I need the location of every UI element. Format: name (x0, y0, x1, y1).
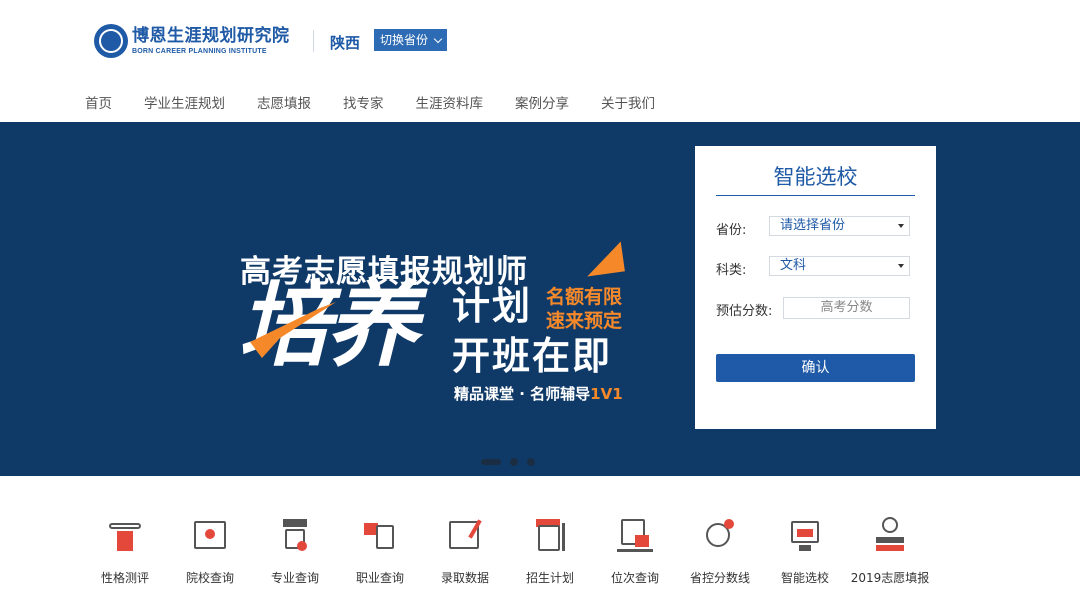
smart-select-icon (785, 515, 825, 555)
tool-label: 院校查询 (185, 571, 234, 585)
tool-smart-select[interactable]: 智能选校 (765, 515, 845, 586)
switch-province-label: 切换省份 (380, 33, 429, 47)
main-nav: 首页 学业生涯规划 志愿填报 找专家 生涯资料库 案例分享 关于我们 (85, 92, 687, 112)
province-select-value: 请选择省份 (780, 218, 846, 233)
nav-item-experts[interactable]: 找专家 (343, 92, 384, 112)
tool-application-2019[interactable]: 2019志愿填报 (850, 515, 930, 586)
banner-triangle-decoration (583, 241, 625, 277)
banner-subtitle: 精品课堂 · 名师辅导1V1 (454, 383, 623, 404)
tool-label: 省控分数线 (689, 571, 750, 585)
form-title: 智能选校 (773, 165, 858, 189)
tool-label: 招生计划 (525, 571, 574, 585)
tool-score-line[interactable]: 省控分数线 (680, 515, 760, 586)
banner-subtitle-main: 精品课堂 · 名师辅导 (454, 385, 591, 403)
header-divider (313, 30, 314, 52)
banner-subtitle-highlight: 1V1 (590, 385, 623, 403)
score-line-icon (700, 515, 740, 555)
score-label: 预估分数: (716, 304, 773, 319)
tool-rank-search[interactable]: 位次查询 (595, 515, 675, 586)
college-search-icon (190, 515, 230, 555)
application-2019-icon (870, 515, 910, 555)
tool-label: 录取数据 (440, 571, 489, 585)
tool-college-search[interactable]: 院校查询 (170, 515, 250, 586)
carousel-dot-1[interactable] (481, 459, 501, 465)
tool-career-search[interactable]: 职业查询 (340, 515, 420, 586)
tool-label: 位次查询 (610, 571, 659, 585)
tool-label: 2019志愿填报 (850, 571, 930, 585)
site-header: 博恩生涯规划研究院 BORN CAREER PLANNING INSTITUTE… (0, 0, 1080, 80)
chevron-down-icon (433, 34, 443, 43)
nav-item-application[interactable]: 志愿填报 (257, 92, 311, 112)
province-select[interactable]: 请选择省份 (769, 216, 910, 236)
score-input[interactable]: 高考分数 (783, 297, 910, 319)
tool-label: 智能选校 (780, 571, 829, 585)
rank-search-icon (615, 515, 655, 555)
career-search-icon (360, 515, 400, 555)
major-search-icon (275, 515, 315, 555)
logo-subtitle: BORN CAREER PLANNING INSTITUTE (132, 47, 267, 55)
banner-limited-text: 名额有限 (546, 286, 623, 308)
carousel-dot-2[interactable] (510, 458, 518, 466)
tool-enrollment-plan[interactable]: 招生计划 (510, 515, 590, 586)
nav-item-cases[interactable]: 案例分享 (515, 92, 569, 112)
tool-label: 性格测评 (100, 571, 149, 585)
banner-reserve-text: 速来预定 (546, 310, 623, 332)
current-province: 陕西 (330, 34, 361, 52)
nav-item-library[interactable]: 生涯资料库 (416, 92, 484, 112)
nav-item-career-planning[interactable]: 学业生涯规划 (144, 92, 225, 112)
nav-item-home[interactable]: 首页 (85, 92, 112, 112)
admission-data-icon (445, 515, 485, 555)
subject-select-value: 文科 (780, 258, 807, 273)
logo-title: 博恩生涯规划研究院 (132, 25, 290, 46)
select-caret-icon (898, 264, 904, 268)
banner-orange-stroke (250, 302, 336, 358)
nav-item-about[interactable]: 关于我们 (601, 92, 655, 112)
confirm-button[interactable]: 确认 (716, 354, 915, 382)
carousel-dot-3[interactable] (527, 458, 535, 466)
site-logo[interactable]: 博恩生涯规划研究院 BORN CAREER PLANNING INSTITUTE (94, 23, 294, 59)
quick-tools: 性格测评 院校查询 专业查询 职业查询 录取数据 招生计划 位次查询 省控分数线… (90, 515, 950, 595)
select-caret-icon (898, 224, 904, 228)
logo-badge-icon (94, 24, 128, 58)
subject-label: 科类: (716, 263, 747, 278)
form-title-underline (716, 195, 915, 196)
tool-major-search[interactable]: 专业查询 (255, 515, 335, 586)
province-label: 省份: (716, 223, 747, 238)
banner-opening-text: 开班在即 (452, 334, 613, 378)
banner-plan-text: 计划 (452, 284, 533, 328)
tool-personality-test[interactable]: 性格测评 (85, 515, 165, 586)
tool-admission-data[interactable]: 录取数据 (425, 515, 505, 586)
tool-label: 职业查询 (355, 571, 404, 585)
smart-select-form: 智能选校 (695, 146, 936, 429)
tool-label: 专业查询 (270, 571, 319, 585)
switch-province-button[interactable]: 切换省份 (374, 29, 448, 51)
enrollment-plan-icon (530, 515, 570, 555)
carousel-dots (481, 458, 535, 466)
subject-select[interactable]: 文科 (769, 256, 910, 276)
personality-test-icon (105, 515, 145, 555)
